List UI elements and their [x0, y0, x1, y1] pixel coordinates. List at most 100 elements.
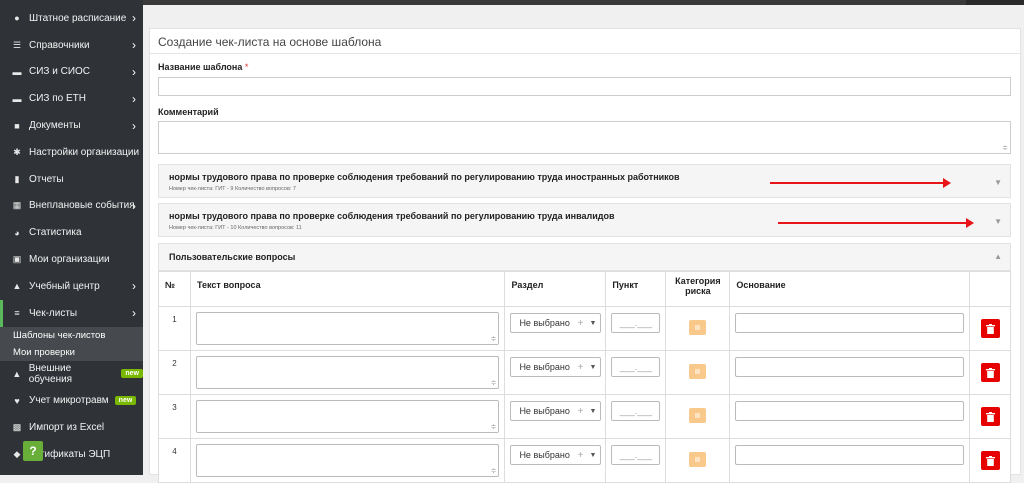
basis-input[interactable]	[735, 401, 964, 421]
custom-questions-panel[interactable]: Пользовательские вопросы ▲	[158, 243, 1011, 271]
section-select[interactable]: Не выбрано + ▼	[510, 313, 602, 333]
question-textarea[interactable]: ≑	[195, 400, 500, 433]
template-name-input[interactable]	[158, 77, 1011, 96]
sidebar-item-org-settings[interactable]: ✱ Настройки организации	[0, 139, 143, 166]
sidebar-item-siz-etn[interactable]: ▬ СИЗ по ЕТН ›	[0, 85, 143, 112]
delete-button[interactable]	[980, 319, 1000, 338]
sidebar-item-certificates[interactable]: ◆ ертификаты ЭЦП	[0, 441, 143, 468]
chevron-right-icon: ›	[132, 118, 136, 133]
sidebar-item-label: Статистика	[29, 227, 82, 239]
required-mark: *	[244, 62, 249, 72]
panel-title: нормы трудового права по проверке соблюд…	[169, 172, 680, 182]
chevron-right-icon: ›	[132, 64, 136, 79]
annotation-arrow	[770, 178, 951, 188]
basis-input[interactable]	[735, 313, 964, 333]
risk-category-button[interactable]	[689, 452, 707, 467]
graduation-cap-icon: ▲	[12, 281, 22, 292]
table-row: 3 ≑ Не выбрано + ▼ ___.___	[158, 394, 1011, 439]
top-bar-right	[966, 0, 1024, 5]
resize-handle-icon[interactable]: ≑	[1002, 144, 1008, 152]
point-input[interactable]: ___.___	[611, 445, 661, 465]
sidebar-item-my-organizations[interactable]: ▣ Мои организации	[0, 246, 143, 273]
sidebar-item-label: Настройки организации	[29, 146, 140, 158]
sidebar-item-label: Справочники	[29, 39, 90, 51]
sidebar-item-label: СИЗ по ЕТН	[29, 93, 86, 105]
certificate-icon: ◆	[13, 448, 21, 459]
risk-category-button[interactable]	[689, 364, 707, 379]
section-select-value: Не выбрано	[519, 406, 570, 416]
sidebar-item-checklists[interactable]: ≡ Чек-листы ›	[0, 299, 143, 327]
chevron-right-icon: ›	[132, 91, 136, 106]
delete-button[interactable]	[980, 451, 1000, 470]
sidebar-subitem-my-checks[interactable]: Мои проверки	[0, 344, 143, 361]
sidebar-subitem-templates[interactable]: Шаблоны чек-листов	[0, 327, 143, 344]
sidebar-item-reports[interactable]: ▮ Отчеты	[0, 166, 143, 193]
sidebar-item-excel-import[interactable]: ▩ Импорт из Excel	[0, 414, 143, 441]
sidebar-item-label: Учебный центр	[29, 280, 100, 292]
pie-chart-icon: ◕	[14, 227, 20, 238]
delete-button[interactable]	[980, 363, 1000, 382]
basis-input[interactable]	[735, 357, 964, 377]
row-number: 2	[172, 359, 177, 368]
briefcase-icon: ▣	[12, 254, 22, 265]
sidebar-item-statistics[interactable]: ◕ Статистика	[0, 219, 143, 246]
row-number: 4	[172, 447, 177, 456]
question-textarea[interactable]: ≑	[195, 356, 500, 389]
column-header-question: Текст вопроса	[189, 271, 506, 307]
section-select[interactable]: Не выбрано + ▼	[510, 445, 602, 465]
delete-button[interactable]	[980, 407, 1000, 426]
car-icon: ▬	[12, 66, 22, 77]
trash-icon	[985, 323, 995, 334]
calendar-icon: ▦	[12, 200, 22, 211]
sidebar-item-external-training[interactable]: ▲ Внешние обучения new	[0, 361, 143, 388]
sidebar-item-unplanned-events[interactable]: ▦ Внеплановые события ›	[0, 193, 143, 220]
help-button[interactable]: ?	[23, 441, 43, 461]
comment-label: Комментарий	[158, 107, 219, 117]
checklist-form-card: Создание чек-листа на основе шаблона Наз…	[149, 28, 1021, 483]
sidebar-item-label: Штатное расписание	[29, 12, 127, 24]
gear-icon: ✱	[13, 146, 21, 157]
question-textarea[interactable]: ≑	[195, 444, 500, 477]
sidebar-item-references[interactable]: ☰ Справочники ›	[0, 32, 143, 59]
trash-icon	[985, 367, 995, 378]
caret-up-icon[interactable]: ▲	[994, 252, 1002, 261]
chevron-right-icon: ›	[132, 198, 136, 213]
checklist-panel-disabled-workers[interactable]: нормы трудового права по проверке соблюд…	[158, 203, 1011, 237]
checklist-panel-foreign-workers[interactable]: нормы трудового права по проверке соблюд…	[158, 164, 1011, 198]
table-row: 2 ≑ Не выбрано + ▼ ___.___	[158, 350, 1011, 395]
sidebar-item-staffing[interactable]: ● Штатное расписание ›	[0, 5, 143, 32]
sidebar-item-label: Импорт из Excel	[29, 422, 105, 434]
trash-icon	[985, 455, 995, 466]
column-header-number: №	[158, 271, 191, 307]
chevron-down-icon: ▼	[589, 451, 597, 459]
plus-icon: +	[577, 317, 584, 329]
annotation-arrow	[778, 218, 974, 228]
risk-category-button[interactable]	[689, 408, 707, 423]
sidebar-item-label: Чек-листы	[29, 307, 78, 319]
basis-input[interactable]	[735, 445, 964, 465]
list-icon: ☰	[12, 39, 22, 50]
point-input[interactable]: ___.___	[611, 401, 661, 421]
sidebar-item-label: Внешние обучения	[28, 362, 73, 385]
question-textarea[interactable]: ≑	[195, 312, 500, 345]
panel-subtitle: Номер чек-листа: ГИТ - 9 Количество вопр…	[169, 186, 296, 192]
resize-handle-icon[interactable]: ≑	[491, 423, 497, 431]
sidebar-item-training-center[interactable]: ▲ Учебный центр ›	[0, 273, 143, 300]
sidebar-item-documents[interactable]: ■ Документы ›	[0, 112, 143, 139]
resize-handle-icon[interactable]: ≑	[491, 335, 497, 343]
section-select[interactable]: Не выбрано + ▼	[510, 401, 602, 421]
sidebar-item-siz-sios[interactable]: ▬ СИЗ и СИОС ›	[0, 59, 143, 86]
point-input[interactable]: ___.___	[611, 313, 661, 333]
graduation-cap-icon: ▲	[12, 368, 22, 379]
caret-down-icon[interactable]: ▼	[994, 178, 1002, 187]
caret-down-icon[interactable]: ▼	[994, 217, 1002, 226]
table-row: 4 ≑ Не выбрано + ▼ ___.___	[158, 438, 1011, 483]
point-input[interactable]: ___.___	[611, 357, 661, 377]
resize-handle-icon[interactable]: ≑	[491, 467, 497, 475]
resize-handle-icon[interactable]: ≑	[491, 379, 497, 387]
table-row: 1 ≑ Не выбрано + ▼ ___.___	[158, 306, 1011, 351]
sidebar-item-microtrauma[interactable]: ♥ Учет микротравм new	[0, 387, 143, 414]
risk-category-button[interactable]	[689, 320, 707, 335]
comment-textarea[interactable]: ≑	[158, 121, 1011, 154]
section-select[interactable]: Не выбрано + ▼	[510, 357, 602, 377]
